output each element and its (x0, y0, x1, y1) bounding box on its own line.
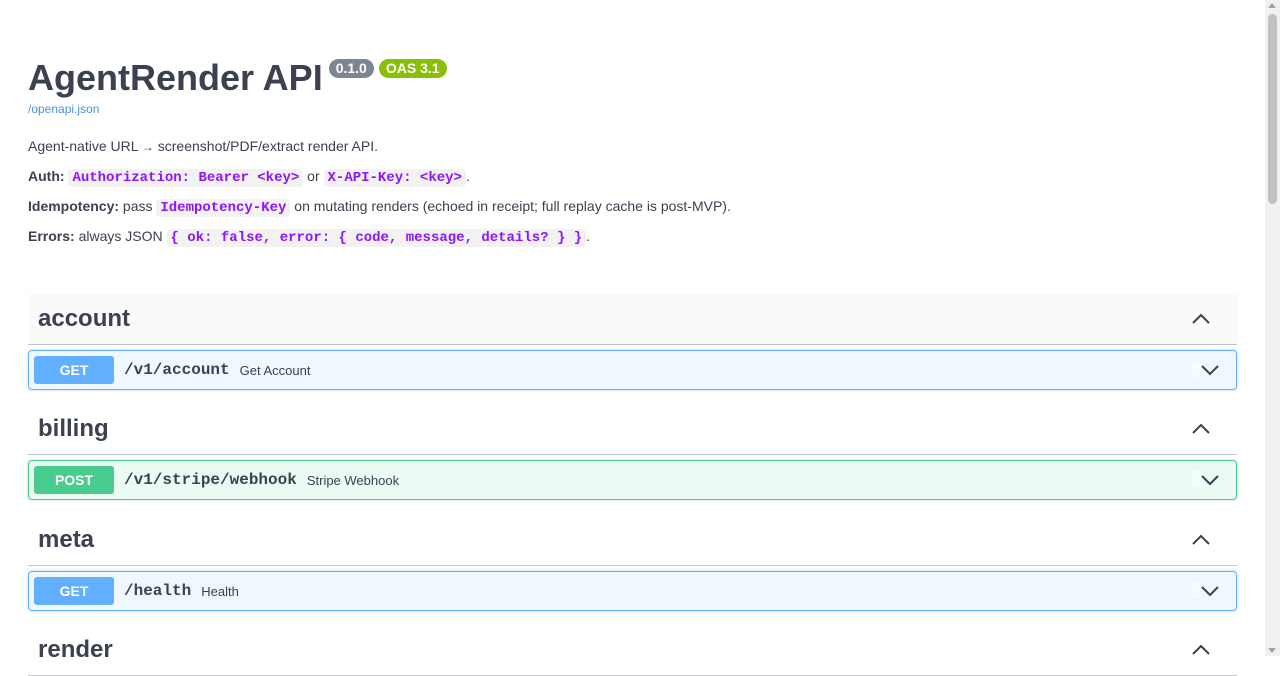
operation-summary: Health (201, 583, 239, 599)
openapi-json-link[interactable]: /openapi.json (28, 102, 99, 116)
operation-path: /v1/account (124, 361, 230, 379)
operation-path: /health (124, 582, 192, 600)
vertical-scrollbar[interactable] (1265, 0, 1280, 656)
auth-line: Auth: Authorization: Bearer <key> or X-A… (28, 168, 470, 187)
scroll-thumb[interactable] (1268, 14, 1277, 204)
tag-header-meta[interactable]: meta (28, 515, 1237, 566)
operation-get-account[interactable]: GET /v1/account Get Account (28, 350, 1237, 390)
tag-name: meta (38, 526, 95, 553)
version-badge: 0.1.0 (328, 59, 374, 78)
tag-name: account (38, 305, 131, 332)
chevron-up-icon[interactable] (1191, 309, 1211, 329)
chevron-down-icon[interactable] (1200, 470, 1220, 490)
api-title: AgentRender API (28, 57, 323, 98)
chevron-down-icon[interactable] (1200, 360, 1220, 380)
chevron-up-icon[interactable] (1191, 419, 1211, 439)
chevron-up-icon[interactable] (1191, 530, 1211, 550)
method-badge: GET (34, 356, 114, 384)
operation-summary: Get Account (239, 362, 311, 378)
idempotency-line: Idempotency: pass Idempotency-Key on mut… (28, 198, 731, 217)
scroll-down-arrow-icon[interactable] (1268, 648, 1276, 653)
lock-icon[interactable] (1192, 471, 1200, 487)
lock-icon[interactable] (1192, 582, 1200, 598)
lock-icon[interactable] (1192, 361, 1200, 377)
tag-header-render[interactable]: render (28, 625, 1237, 676)
title-row: AgentRender API 0.1.0 OAS 3.1 (28, 58, 447, 98)
scroll-up-arrow-icon[interactable] (1268, 3, 1276, 8)
description-line: Agent-native URL → screenshot/PDF/extrac… (28, 138, 378, 154)
chevron-down-icon[interactable] (1200, 581, 1220, 601)
chevron-up-icon[interactable] (1191, 640, 1211, 660)
arrow-icon: → (141, 140, 154, 154)
tag-header-billing[interactable]: billing (28, 404, 1237, 455)
tag-name: billing (38, 415, 109, 442)
operation-path: /v1/stripe/webhook (124, 471, 297, 489)
tag-header-account[interactable]: account (28, 294, 1237, 345)
errors-line: Errors: always JSON { ok: false, error: … (28, 228, 591, 247)
operation-summary: Stripe Webhook (306, 472, 400, 488)
oas-badge: OAS 3.1 (378, 59, 447, 78)
error-schema-code: { ok: false, error: { code, message, det… (166, 229, 587, 247)
operation-post-stripe-webhook[interactable]: POST /v1/stripe/webhook Stripe Webhook (28, 460, 1237, 500)
method-badge: POST (34, 466, 114, 494)
idempotency-key-code: Idempotency-Key (156, 199, 291, 217)
method-badge: GET (34, 577, 114, 605)
tag-name: render (38, 636, 113, 663)
auth-bearer-code: Authorization: Bearer <key> (68, 169, 304, 187)
operation-get-health[interactable]: GET /health Health (28, 571, 1237, 611)
auth-apikey-code: X-API-Key: <key> (323, 169, 466, 187)
